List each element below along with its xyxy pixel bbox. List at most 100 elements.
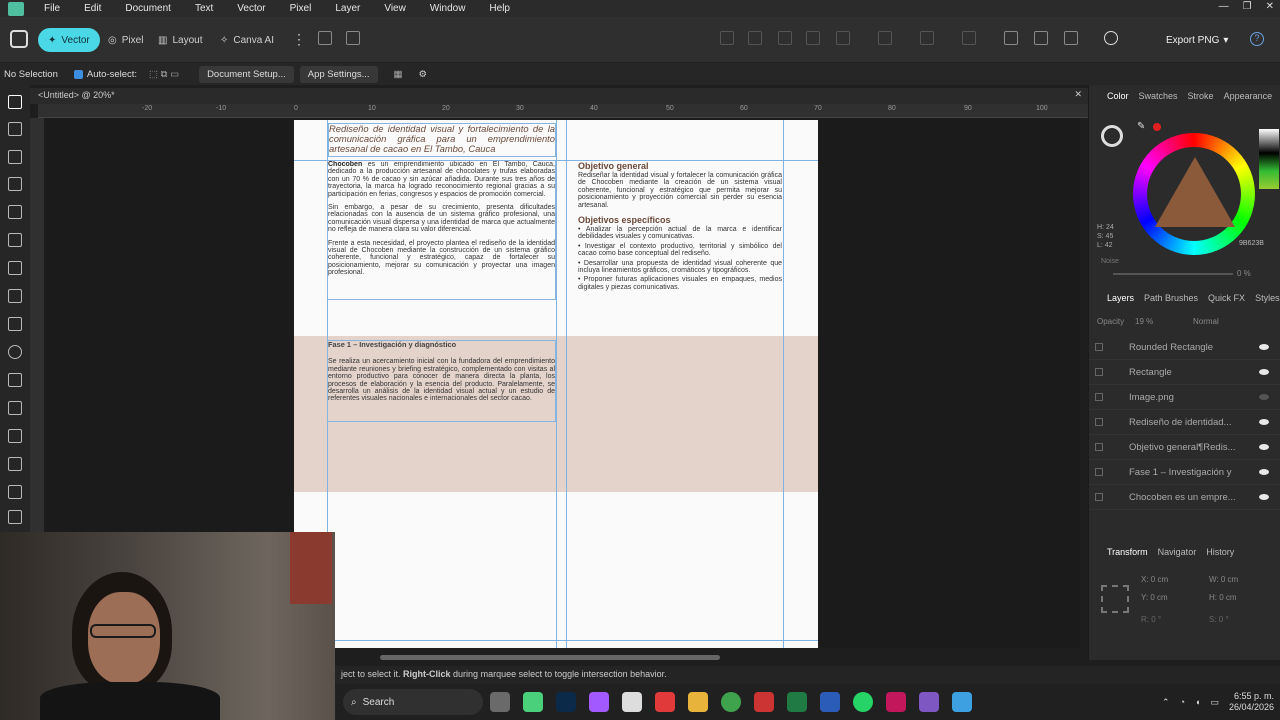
figma-icon[interactable] <box>588 692 609 712</box>
color-triangle[interactable] <box>1155 157 1235 227</box>
assets-icon[interactable] <box>318 31 332 45</box>
document-tab[interactable]: <Untitled> @ 20%* ✕ <box>30 88 1088 104</box>
blend-mode-select[interactable]: Normal <box>1193 317 1219 326</box>
chrome-icon[interactable] <box>720 692 741 712</box>
help-icon[interactable]: ? <box>1250 32 1264 46</box>
quick-edit-icon[interactable] <box>1104 31 1118 45</box>
close-tab-icon[interactable]: ✕ <box>1074 89 1082 100</box>
zoom-tool-icon[interactable] <box>8 510 22 524</box>
battery-icon[interactable]: ▭ <box>1210 697 1219 708</box>
menu-edit[interactable]: Edit <box>72 3 113 14</box>
taskbar-search[interactable]: ⌕ Search <box>343 689 483 715</box>
boolean-add-icon[interactable] <box>778 31 792 45</box>
document-setup-button[interactable]: Document Setup... <box>199 65 294 83</box>
layer-row[interactable]: Rediseño de identidad... <box>1089 410 1280 435</box>
davinci-icon[interactable] <box>654 692 675 712</box>
clock[interactable]: 6:55 p. m. 26/04/2026 <box>1229 691 1274 713</box>
volume-icon[interactable]: ◖ <box>1195 697 1200 707</box>
wifi-icon[interactable]: ◔ <box>1180 697 1185 707</box>
layer-row[interactable]: Fase 1 – Investigación y <box>1089 460 1280 485</box>
whatsapp-icon[interactable] <box>852 692 873 712</box>
photoshop-icon[interactable] <box>555 692 576 712</box>
tab-history[interactable]: History <box>1206 547 1234 557</box>
frame-icon[interactable] <box>1064 31 1078 45</box>
eyedropper-tool-icon[interactable] <box>8 485 22 499</box>
fill-tool-icon[interactable] <box>8 317 22 331</box>
fase-text-frame[interactable]: Fase 1 – Investigación y diagnóstico Se … <box>327 340 556 422</box>
word-icon[interactable] <box>819 692 840 712</box>
move-tool-icon[interactable] <box>8 95 22 109</box>
menu-pixel[interactable]: Pixel <box>278 3 324 14</box>
persona-canva-ai[interactable]: ✧ Canva AI <box>220 28 274 52</box>
noise-slider[interactable] <box>1113 273 1233 275</box>
fill-stroke-swatch-icon[interactable] <box>1101 125 1123 147</box>
y-field[interactable]: 0 cm <box>1150 593 1167 602</box>
node-tool-icon[interactable] <box>8 150 22 164</box>
minimize-icon[interactable]: — <box>1219 1 1229 12</box>
menu-document[interactable]: Document <box>113 3 183 14</box>
persona-layout[interactable]: ▥ Layout <box>158 28 202 52</box>
powerpoint-icon[interactable] <box>753 692 774 712</box>
layer-row[interactable]: Objetivo general¶Redis... <box>1089 435 1280 460</box>
tab-navigator[interactable]: Navigator <box>1158 547 1197 557</box>
menu-view[interactable]: View <box>372 3 418 14</box>
opacity-field[interactable]: 19 % <box>1135 317 1153 326</box>
folder-icon[interactable] <box>687 692 708 712</box>
document-page[interactable]: Rediseño de identidad visual y fortaleci… <box>294 120 818 648</box>
app-icon[interactable] <box>918 692 939 712</box>
layer-row[interactable]: Chocoben es un empre... <box>1089 485 1280 510</box>
x-field[interactable]: 0 cm <box>1151 575 1168 584</box>
app-home-icon[interactable] <box>10 30 28 48</box>
shape-tool-icon[interactable] <box>8 373 22 387</box>
tab-transform[interactable]: Transform <box>1107 547 1148 557</box>
pen-tool-icon[interactable] <box>8 233 22 247</box>
transparency-tool-icon[interactable] <box>8 457 22 471</box>
arrange-icon[interactable] <box>748 31 762 45</box>
export-png-button[interactable]: Export PNG ▾ <box>1158 29 1236 51</box>
affinity-app-icon[interactable] <box>522 692 543 712</box>
close-icon[interactable]: ✕ <box>1266 1 1274 12</box>
anchor-icon[interactable] <box>1101 585 1129 613</box>
align-icon[interactable] <box>720 31 734 45</box>
grid-settings-icon[interactable]: ▦ <box>394 69 403 80</box>
objectives-text-frame[interactable]: Objetivo general Rediseñar la identidad … <box>577 160 783 315</box>
maximize-icon[interactable]: ❐ <box>1243 1 1252 12</box>
text-tool-icon[interactable] <box>8 401 22 415</box>
more-options-icon[interactable]: ⋮ <box>292 32 306 46</box>
tab-quick-fx[interactable]: Quick FX <box>1208 293 1245 303</box>
document-title[interactable]: Rediseño de identidad visual y fortaleci… <box>328 123 556 157</box>
tab-layers[interactable]: Layers <box>1107 293 1134 303</box>
horizontal-scrollbar[interactable] <box>380 655 720 660</box>
artboard-tool-icon[interactable] <box>8 122 22 136</box>
persona-vector[interactable]: ✦ Vector <box>38 28 100 52</box>
image-tool-icon[interactable] <box>8 429 22 443</box>
eyedropper-icon[interactable]: ✎ <box>1137 121 1145 132</box>
chevron-up-icon[interactable]: ⌃ <box>1162 697 1170 708</box>
boolean-subtract-icon[interactable] <box>806 31 820 45</box>
recent-swatches[interactable] <box>1259 129 1279 189</box>
layer-row[interactable]: Image.png <box>1089 385 1280 410</box>
affinity-designer-icon[interactable] <box>951 692 972 712</box>
brush-tool-icon[interactable] <box>8 289 22 303</box>
vector-crop-icon[interactable] <box>8 205 22 219</box>
snapping-icon[interactable] <box>1004 31 1018 45</box>
select-mode-icon[interactable]: ⬚ ⧉ ▭ <box>149 69 179 80</box>
color-wheel[interactable] <box>1133 133 1255 255</box>
menu-vector[interactable]: Vector <box>225 3 277 14</box>
menu-file[interactable]: File <box>32 3 72 14</box>
ellipse-tool-icon[interactable] <box>8 345 22 359</box>
h-field[interactable]: 0 cm <box>1219 593 1236 602</box>
tab-path-brushes[interactable]: Path Brushes <box>1144 293 1198 303</box>
grid-icon[interactable] <box>346 31 360 45</box>
persona-pixel[interactable]: ◎ Pixel <box>108 28 143 52</box>
distribute-icon[interactable] <box>962 31 976 45</box>
boolean-intersect-icon[interactable] <box>836 31 850 45</box>
tab-color[interactable]: Color <box>1107 91 1129 101</box>
corner-tool-icon[interactable] <box>8 177 22 191</box>
s-field[interactable]: 0 ° <box>1219 615 1229 624</box>
flip-icon[interactable] <box>920 31 934 45</box>
w-field[interactable]: 0 cm <box>1221 575 1238 584</box>
autoselect-checkbox[interactable] <box>73 69 83 79</box>
layer-row[interactable]: Rounded Rectangle <box>1089 335 1280 360</box>
tab-stroke[interactable]: Stroke <box>1188 91 1214 101</box>
